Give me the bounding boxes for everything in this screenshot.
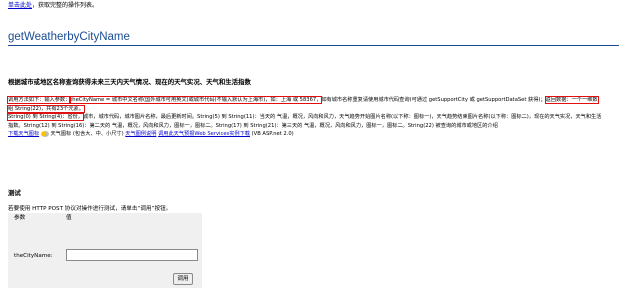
return-fields-later-days: 指数。String(12) 到 String(16)：第二天的 气温，概况，风向… [8, 122, 498, 129]
icon-sizes-note: (包含大、中、小尺寸) [72, 131, 124, 138]
invoke-button[interactable]: 调用 [173, 273, 193, 285]
demo-download-link[interactable]: 调用此天气预报Web Services实例下载 [158, 131, 250, 137]
parameter-table-header: 参数 值 [8, 213, 202, 223]
vb-note: (VB ASP.net 2.0) [251, 131, 294, 138]
weather-icon [40, 130, 49, 137]
city-code-hint: 如有城市名称重复请使用城市代码查询(可通过 getSupportCity 或 g… [321, 97, 546, 103]
city-name-param-text: theCityName = 城市中文名称(国外城市可用英文)或城市代码(不输入默… [69, 96, 323, 104]
title-divider [8, 45, 619, 46]
weather-icon-caption: 天气图标 [50, 131, 72, 138]
return-data-label: 返回数据：一个一维数 [544, 96, 599, 104]
return-province-range: String(0) 到 String(4)：省份， [7, 113, 84, 122]
param-column-header: 参数 [14, 215, 26, 221]
legend-instructions-link[interactable]: 天气图例说明 [125, 131, 156, 137]
download-icons-link[interactable]: 下载天气图标 [8, 131, 39, 137]
click-here-link[interactable]: 单击此处 [8, 2, 32, 9]
city-name-label: theCityName: [14, 253, 53, 259]
operations-list-text: ，获取完整的操作列表。 [32, 2, 99, 9]
description-body: 调用方法如下：输入参数：theCityName = 城市中文名称(国外城市可用英… [6, 96, 620, 139]
description-title: 根据城市或地区名称查询获得未来三天内天气情况、现在的天气实况、天气和生活指数 [8, 78, 251, 86]
value-column-header: 值 [66, 215, 72, 221]
return-array-size: 组 String(22)，共有23个元素。 [7, 104, 85, 113]
test-instruction: 若要使用 HTTP POST 协议对操作进行测试，请单击“调用”按钮。 [8, 206, 172, 212]
page-title: getWeatherbyCityName [8, 31, 130, 43]
operations-list-hint: 单击此处，获取完整的操作列表。 [8, 0, 98, 9]
city-name-input[interactable] [66, 249, 198, 261]
input-params-label: 调用方法如下：输入参数： [6, 96, 72, 104]
test-section-title: 测试 [8, 189, 21, 197]
return-fields-today: 城市，城市代码，城市图片名称，最后更新时间。String(5) 到 String… [82, 114, 602, 121]
